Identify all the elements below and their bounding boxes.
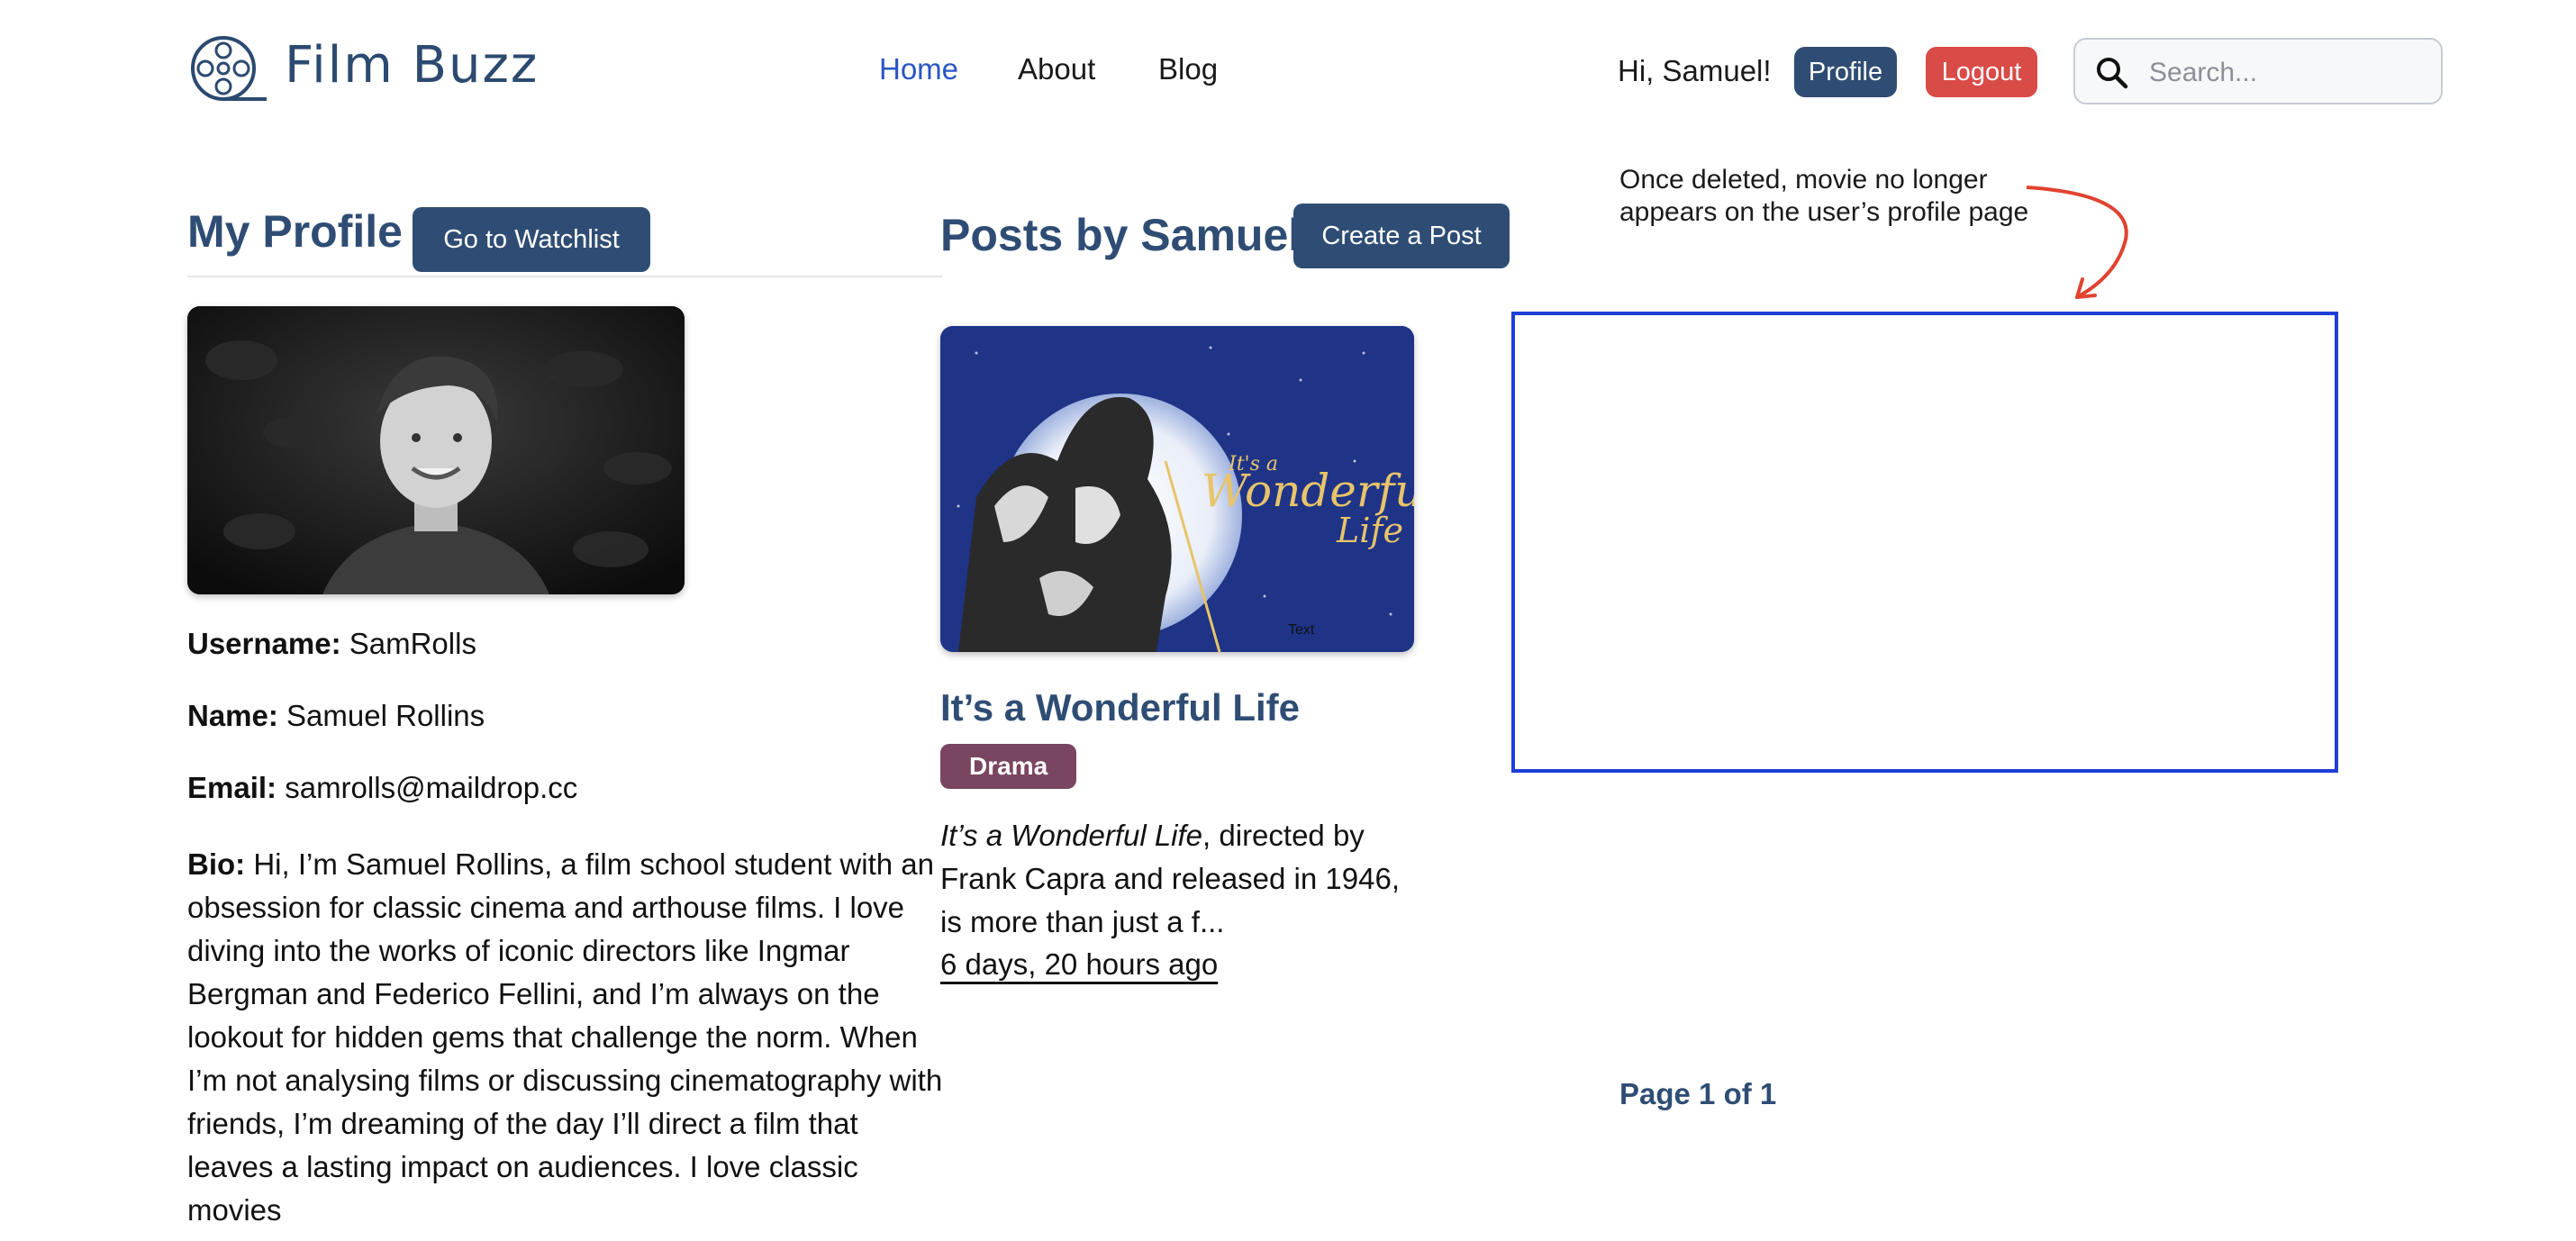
post-excerpt-italic: It’s a Wonderful Life xyxy=(940,819,1203,852)
search-icon[interactable] xyxy=(2095,56,2129,90)
name-label: Name: xyxy=(187,699,278,732)
film-reel-logo-icon[interactable] xyxy=(187,34,270,106)
email-value: samrolls@maildrop.cc xyxy=(285,771,578,804)
annotation-arrow-icon xyxy=(2000,177,2135,303)
poster-title-big: Wonderful xyxy=(1202,465,1414,517)
deleted-post-placeholder xyxy=(1511,312,2338,773)
go-to-watchlist-button[interactable]: Go to Watchlist xyxy=(413,207,650,272)
email-field: Email: samrolls@maildrop.cc xyxy=(187,771,577,805)
user-greeting: Hi, Samuel! xyxy=(1618,54,1772,87)
name-field: Name: Samuel Rollins xyxy=(187,699,485,733)
profile-heading: My Profile xyxy=(187,206,403,257)
username-label: Username: xyxy=(187,627,341,660)
profile-button[interactable]: Profile xyxy=(1794,47,1897,97)
username-field: Username: SamRolls xyxy=(187,627,476,661)
nav-home-link[interactable]: Home xyxy=(879,52,958,86)
post-poster-image[interactable]: It's a Wonderful Life Text xyxy=(940,326,1414,652)
username-value: SamRolls xyxy=(349,627,476,660)
nav-blog-link[interactable]: Blog xyxy=(1158,52,1218,86)
search-input[interactable] xyxy=(2147,50,2430,95)
profile-divider xyxy=(187,276,942,277)
nav-about-link[interactable]: About xyxy=(1018,52,1095,86)
brand-name[interactable]: Film Buzz xyxy=(285,36,539,95)
bio-field: Bio: Hi, I’m Samuel Rollins, a film scho… xyxy=(187,843,944,1232)
bio-text: Hi, I’m Samuel Rollins, a film school st… xyxy=(187,847,943,1227)
search-box xyxy=(2073,38,2443,104)
create-post-button[interactable]: Create a Post xyxy=(1293,204,1510,268)
posts-heading: Posts by Samuel xyxy=(940,210,1302,260)
poster-title-last: Life xyxy=(1336,511,1403,550)
poster-caption: Text xyxy=(1288,622,1315,638)
post-timestamp-link[interactable]: 6 days, 20 hours ago xyxy=(940,947,1218,982)
email-label: Email: xyxy=(187,771,277,804)
post-title-link[interactable]: It’s a Wonderful Life xyxy=(940,686,1300,729)
genre-badge[interactable]: Drama xyxy=(940,744,1077,789)
profile-photo xyxy=(187,306,685,594)
bio-label: Bio: xyxy=(187,847,246,881)
post-excerpt: It’s a Wonderful Life, directed by Frank… xyxy=(940,814,1409,944)
annotation-note: Once deleted, movie no longer appears on… xyxy=(1619,165,2029,227)
name-value: Samuel Rollins xyxy=(286,699,485,732)
pagination-indicator: Page 1 of 1 xyxy=(1619,1077,1777,1110)
logout-button[interactable]: Logout xyxy=(1926,47,2037,97)
